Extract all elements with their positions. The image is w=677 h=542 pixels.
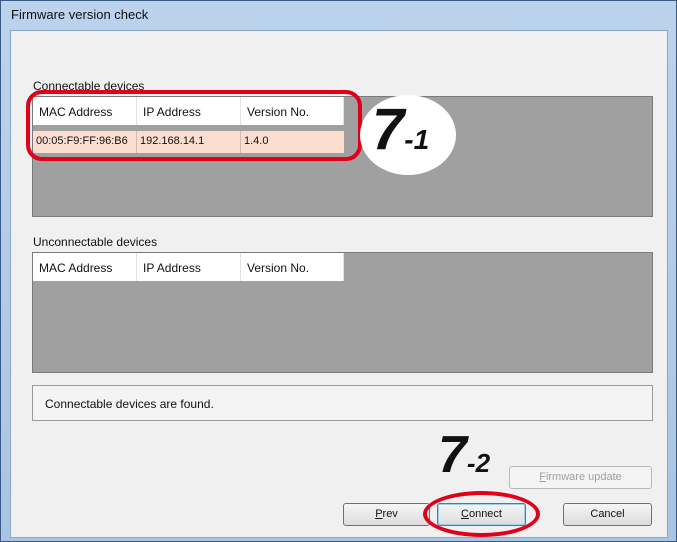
callout-step-7-1-number: 7 bbox=[372, 97, 405, 162]
callout-step-7-2: 7-2 bbox=[438, 424, 490, 486]
callout-highlight-box bbox=[26, 90, 362, 161]
title-bar[interactable]: Firmware version check bbox=[1, 1, 676, 29]
status-text: Connectable devices are found. bbox=[45, 397, 214, 411]
callout-step-7-2-number: 7 bbox=[438, 426, 467, 484]
cancel-button[interactable]: Cancel bbox=[563, 503, 652, 526]
unconnectable-devices-label: Unconnectable devices bbox=[33, 235, 158, 249]
callout-step-7-1: 7-1 bbox=[372, 95, 429, 165]
callout-highlight-oval bbox=[423, 491, 540, 537]
prev-button[interactable]: Prev bbox=[343, 503, 430, 526]
prev-label: rev bbox=[382, 508, 398, 520]
callout-step-7-2-sub: -2 bbox=[466, 448, 491, 478]
status-box: Connectable devices are found. bbox=[32, 385, 653, 421]
firmware-update-button[interactable]: Firmware update bbox=[509, 466, 652, 489]
firmware-update-mnemonic: F bbox=[539, 471, 546, 483]
column-header-mac[interactable]: MAC Address bbox=[33, 253, 137, 281]
prev-mnemonic: P bbox=[375, 508, 383, 520]
callout-step-7-1-sub: -1 bbox=[404, 124, 430, 155]
window-title: Firmware version check bbox=[11, 7, 149, 22]
firmware-update-label: irmware update bbox=[545, 471, 622, 483]
column-header-ip[interactable]: IP Address bbox=[137, 253, 241, 281]
unconnectable-devices-list[interactable]: MAC Address IP Address Version No. bbox=[32, 252, 653, 373]
column-header-version[interactable]: Version No. bbox=[241, 253, 344, 281]
